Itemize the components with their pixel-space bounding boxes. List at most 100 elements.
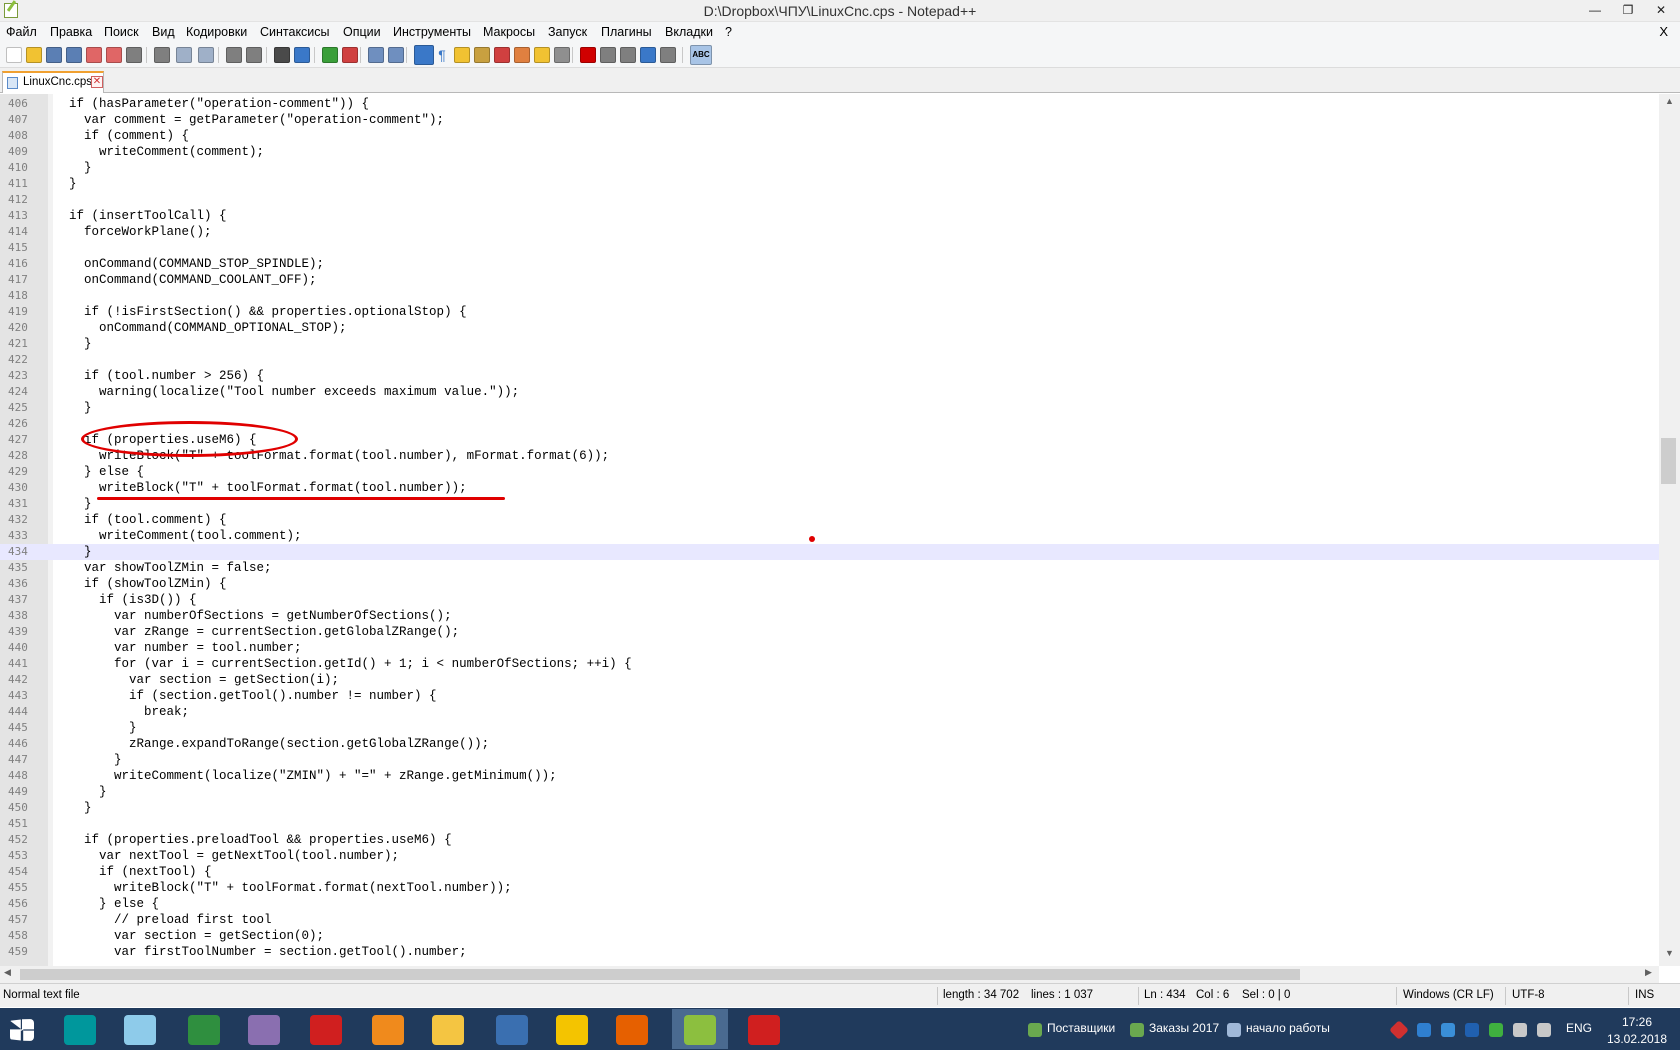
menu-syntax[interactable]: Синтаксисы [260, 25, 330, 39]
line-text[interactable]: var zRange = currentSection.getGlobalZRa… [54, 624, 459, 640]
close-window-button[interactable]: ✕ [1646, 0, 1676, 22]
line-text[interactable]: } [54, 496, 92, 512]
tray-speaker-icon[interactable] [1537, 1023, 1551, 1037]
line-text[interactable]: var comment = getParameter("operation-co… [54, 112, 444, 128]
zoom-out-icon[interactable] [342, 47, 358, 63]
find-icon[interactable] [274, 47, 290, 63]
code-line[interactable]: 445 } [0, 720, 1660, 736]
code-line[interactable]: 452 if (properties.preloadTool && proper… [0, 832, 1660, 848]
line-text[interactable]: if (properties.preloadTool && properties… [54, 832, 452, 848]
tray-network-icon[interactable] [1513, 1023, 1527, 1037]
menu-run[interactable]: Запуск [548, 25, 587, 39]
line-text[interactable]: onCommand(COMMAND_STOP_SPINDLE); [54, 256, 324, 272]
code-line[interactable]: 409 writeComment(comment); [0, 144, 1660, 160]
line-text[interactable]: zRange.expandToRange(section.getGlobalZR… [54, 736, 489, 752]
code-line[interactable]: 454 if (nextTool) { [0, 864, 1660, 880]
status-encoding[interactable]: UTF-8 [1512, 989, 1545, 1001]
tray-language[interactable]: ENG [1566, 1021, 1592, 1035]
word-wrap-icon[interactable] [414, 45, 434, 65]
indent-guide-icon[interactable] [454, 47, 470, 63]
v5-app[interactable] [176, 1009, 232, 1049]
tray-app-icon[interactable] [1465, 1023, 1479, 1037]
line-text[interactable]: var firstToolNumber = section.getTool().… [54, 944, 467, 960]
save-all-icon[interactable] [66, 47, 82, 63]
taskbar-link-orders-2017[interactable]: Заказы 2017 [1149, 1021, 1219, 1035]
udl-icon[interactable] [474, 47, 490, 63]
line-text[interactable]: onCommand(COMMAND_OPTIONAL_STOP); [54, 320, 347, 336]
copy-icon[interactable] [176, 47, 192, 63]
code-line[interactable]: 411 } [0, 176, 1660, 192]
code-line[interactable]: 438 var numberOfSections = getNumberOfSe… [0, 608, 1660, 624]
scroll-right-arrow-icon[interactable]: ▶ [1645, 967, 1652, 978]
line-text[interactable]: } [54, 160, 92, 176]
taskbar-link-start-work[interactable]: начало работы [1246, 1021, 1330, 1035]
code-line[interactable]: 416 onCommand(COMMAND_STOP_SPINDLE); [0, 256, 1660, 272]
code-line[interactable]: 451 [0, 816, 1660, 832]
code-line[interactable]: 418 [0, 288, 1660, 304]
open-file-icon[interactable] [26, 47, 42, 63]
paste-icon[interactable] [198, 47, 214, 63]
code-line[interactable]: 417 onCommand(COMMAND_COOLANT_OFF); [0, 272, 1660, 288]
tray-clover-icon[interactable] [1489, 1023, 1503, 1037]
line-text[interactable]: writeComment(tool.comment); [54, 528, 302, 544]
sync-h-icon[interactable] [388, 47, 404, 63]
new-file-icon[interactable] [6, 47, 22, 63]
stop-record-icon[interactable] [600, 47, 616, 63]
folder-workspace-icon[interactable] [534, 47, 550, 63]
menu-tools[interactable]: Инструменты [393, 25, 471, 39]
line-text[interactable]: } [54, 176, 77, 192]
code-line[interactable]: 456 } else { [0, 896, 1660, 912]
redo-icon[interactable] [246, 47, 262, 63]
line-text[interactable]: if (tool.number > 256) { [54, 368, 264, 384]
zoom-in-icon[interactable] [322, 47, 338, 63]
clock-date[interactable]: 13.02.2018 [1602, 1032, 1672, 1046]
red-diamond-app[interactable] [736, 1009, 792, 1049]
close-icon[interactable] [86, 47, 102, 63]
vertical-scrollbar[interactable] [1659, 94, 1680, 966]
code-line[interactable]: 432 if (tool.comment) { [0, 512, 1660, 528]
notepadpp-app[interactable] [672, 1009, 728, 1049]
replace-icon[interactable] [294, 47, 310, 63]
tray-teamviewer-icon[interactable] [1417, 1023, 1431, 1037]
menu-tabs[interactable]: Вкладки [665, 25, 713, 39]
code-line[interactable]: 435 var showToolZMin = false; [0, 560, 1660, 576]
code-line[interactable]: 420 onCommand(COMMAND_OPTIONAL_STOP); [0, 320, 1660, 336]
line-text[interactable]: } [54, 800, 92, 816]
record-macro-icon[interactable] [580, 47, 596, 63]
line-text[interactable]: writeComment(localize("ZMIN") + "=" + zR… [54, 768, 557, 784]
code-line[interactable]: 415 [0, 240, 1660, 256]
3d-box-app[interactable] [112, 1009, 168, 1049]
line-text[interactable]: } [54, 544, 92, 560]
code-line[interactable]: 442 var section = getSection(i); [0, 672, 1660, 688]
show-all-chars-icon[interactable]: ¶ [434, 47, 450, 63]
code-line[interactable]: 437 if (is3D()) { [0, 592, 1660, 608]
line-text[interactable]: } [54, 336, 92, 352]
code-line[interactable]: 414 forceWorkPlane(); [0, 224, 1660, 240]
spellcheck-icon[interactable]: ABC [690, 45, 712, 65]
code-line[interactable]: 458 var section = getSection(0); [0, 928, 1660, 944]
code-line[interactable]: 440 var number = tool.number; [0, 640, 1660, 656]
line-text[interactable]: var section = getSection(i); [54, 672, 339, 688]
line-text[interactable]: } else { [54, 464, 144, 480]
line-text[interactable]: var showToolZMin = false; [54, 560, 272, 576]
code-line[interactable]: 408 if (comment) { [0, 128, 1660, 144]
code-line[interactable]: 424 warning(localize("Tool number exceed… [0, 384, 1660, 400]
code-line[interactable]: 430 writeBlock("T" + toolFormat.format(t… [0, 480, 1660, 496]
line-text[interactable]: } [54, 752, 122, 768]
satellite-app[interactable] [236, 1009, 292, 1049]
line-text[interactable]: if (!isFirstSection() && properties.opti… [54, 304, 467, 320]
code-line[interactable]: 407 var comment = getParameter("operatio… [0, 112, 1660, 128]
code-line[interactable]: 446 zRange.expandToRange(section.getGlob… [0, 736, 1660, 752]
firefox-app[interactable] [604, 1009, 660, 1049]
menu-search[interactable]: Поиск [104, 25, 139, 39]
tab-linuxcnc-cps[interactable]: LinuxCnc.cps ✕ [2, 71, 104, 93]
code-editor[interactable]: 406 if (hasParameter("operation-comment"… [0, 94, 1680, 966]
scroll-left-arrow-icon[interactable]: ◀ [4, 967, 11, 978]
line-text[interactable]: writeBlock("T" + toolFormat.format(nextT… [54, 880, 512, 896]
tray-cloud-icon[interactable] [1441, 1023, 1455, 1037]
line-text[interactable]: for (var i = currentSection.getId() + 1;… [54, 656, 632, 672]
line-text[interactable]: warning(localize("Tool number exceeds ma… [54, 384, 519, 400]
monitor-icon[interactable] [554, 47, 570, 63]
status-insert-mode[interactable]: INS [1635, 989, 1654, 1001]
scroll-down-arrow-icon[interactable]: ▼ [1659, 948, 1680, 964]
